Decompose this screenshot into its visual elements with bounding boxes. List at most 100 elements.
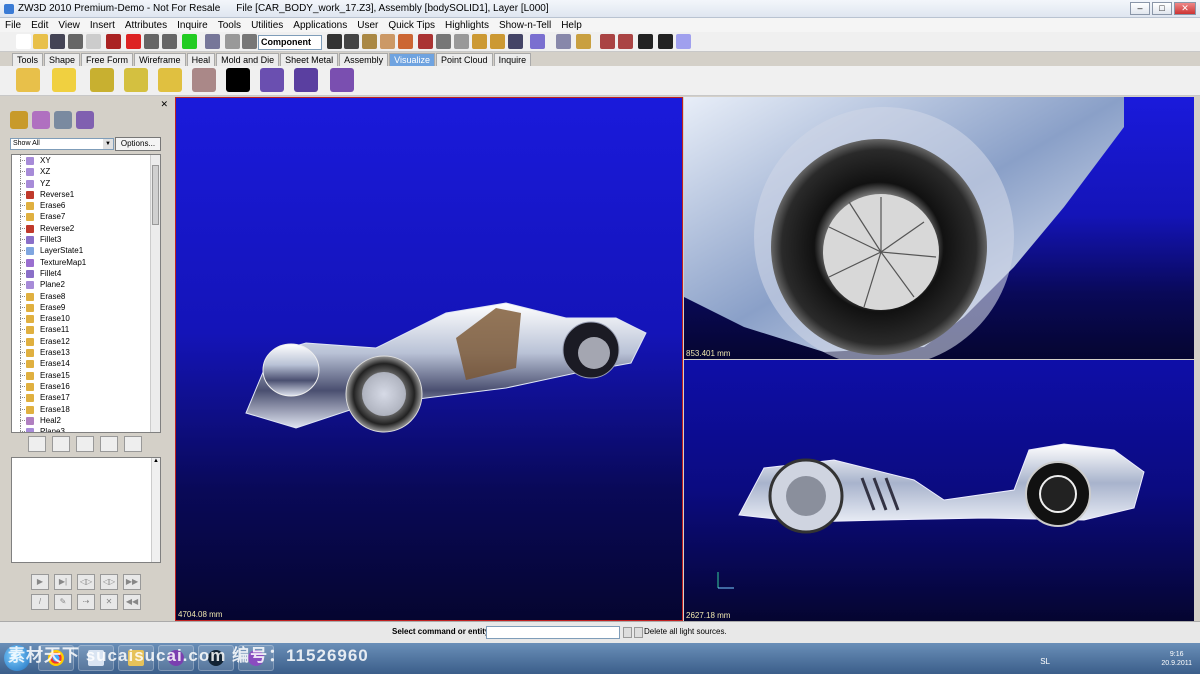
light-icon[interactable]: [16, 68, 40, 92]
tree-item[interactable]: Fillet3: [12, 234, 160, 246]
menu-item[interactable]: Insert: [85, 20, 120, 31]
tree-item[interactable]: Erase6: [12, 200, 160, 212]
menu-item[interactable]: Utilities: [246, 20, 288, 31]
component-combo[interactable]: Component: [258, 35, 322, 50]
line-icon[interactable]: [658, 34, 673, 49]
tree-item[interactable]: Erase17: [12, 392, 160, 404]
tab-heal[interactable]: Heal: [186, 53, 216, 66]
edit-icon[interactable]: ✎: [54, 594, 72, 610]
rollback-icon[interactable]: /: [31, 594, 49, 610]
minimize-button[interactable]: –: [1130, 2, 1150, 15]
view-tab-icon[interactable]: [76, 111, 94, 129]
menu-item[interactable]: Show-n-Tell: [494, 20, 556, 31]
menu-item[interactable]: Quick Tips: [383, 20, 440, 31]
redo-icon[interactable]: [162, 34, 177, 49]
pick-icon[interactable]: [225, 34, 240, 49]
redo-all-icon[interactable]: ◁▷: [100, 574, 118, 590]
checker-texture-icon[interactable]: [226, 68, 250, 92]
measure-icon[interactable]: [600, 34, 615, 49]
tree-item[interactable]: Erase13: [12, 347, 160, 359]
exit-icon[interactable]: [106, 34, 121, 49]
menu-item[interactable]: Help: [556, 20, 587, 31]
cancel-icon[interactable]: [126, 34, 141, 49]
stop-icon[interactable]: [124, 436, 142, 452]
list-view-icon[interactable]: [28, 436, 46, 452]
history-tab-icon[interactable]: [10, 111, 28, 129]
tab-shape[interactable]: Shape: [44, 53, 81, 66]
delete-all-lights-icon[interactable]: [124, 68, 148, 92]
select-icon[interactable]: [182, 34, 197, 49]
tree-item[interactable]: Reverse2: [12, 222, 160, 234]
wire-cube-icon[interactable]: [556, 34, 571, 49]
bulb-icon[interactable]: [158, 68, 182, 92]
options-button[interactable]: Options...: [115, 137, 161, 151]
pan-icon[interactable]: [418, 34, 433, 49]
tab-sheet-metal[interactable]: Sheet Metal: [280, 53, 339, 66]
iso-cube-icon[interactable]: [576, 34, 591, 49]
main-viewport[interactable]: 4704.08 mm: [175, 97, 683, 621]
step-forward-icon[interactable]: ▶|: [54, 574, 72, 590]
save-icon[interactable]: [50, 34, 65, 49]
marker-icon[interactable]: [638, 34, 653, 49]
tree-scrollbar[interactable]: [150, 155, 160, 432]
tree-item[interactable]: Erase8: [12, 290, 160, 302]
tree-item[interactable]: Erase16: [12, 380, 160, 392]
bottom-right-viewport[interactable]: 2627.18 mm: [684, 360, 1194, 621]
run-icon[interactable]: ⇢: [77, 594, 95, 610]
scroll-thumb[interactable]: [152, 165, 159, 225]
tree-item[interactable]: Erase15: [12, 369, 160, 381]
spotlight-icon[interactable]: [52, 68, 76, 92]
menu-item[interactable]: Highlights: [440, 20, 494, 31]
ruler-icon[interactable]: [618, 34, 633, 49]
command-up-icon[interactable]: [623, 627, 632, 638]
tab-free-form[interactable]: Free Form: [81, 53, 134, 66]
menu-item[interactable]: Applications: [288, 20, 352, 31]
tree-item[interactable]: Plane2: [12, 279, 160, 291]
render-settings-icon[interactable]: [294, 68, 318, 92]
screen-icon[interactable]: [344, 34, 359, 49]
tab-wireframe[interactable]: Wireframe: [134, 53, 186, 66]
filter-dropdown[interactable]: Show All ▼: [10, 138, 114, 150]
top-right-viewport[interactable]: 853.401 mm: [684, 97, 1194, 359]
tree-item[interactable]: Erase11: [12, 324, 160, 336]
tree-item[interactable]: Reverse1: [12, 188, 160, 200]
maximize-button[interactable]: □: [1152, 2, 1172, 15]
menu-item[interactable]: Edit: [26, 20, 53, 31]
tree-item[interactable]: Erase9: [12, 301, 160, 313]
chevron-down-icon[interactable]: ▼: [103, 139, 113, 149]
tab-tools[interactable]: Tools: [12, 53, 44, 66]
tree-item[interactable]: XY: [12, 155, 160, 166]
tree-item[interactable]: Heal2: [12, 414, 160, 426]
tree-item[interactable]: Erase7: [12, 211, 160, 223]
tree-item[interactable]: Erase14: [12, 358, 160, 370]
undo-icon[interactable]: [144, 34, 159, 49]
tree-view-icon[interactable]: [52, 436, 70, 452]
eraser-icon[interactable]: [86, 34, 101, 49]
dependency-view-icon[interactable]: [100, 436, 118, 452]
fast-forward-icon[interactable]: ▶▶: [123, 574, 141, 590]
tab-assembly[interactable]: Assembly: [339, 53, 389, 66]
tree-item[interactable]: Plane3: [12, 426, 160, 432]
panel-close-icon[interactable]: ✕: [160, 99, 168, 110]
close-button[interactable]: ✕: [1174, 2, 1196, 15]
back-icon[interactable]: [436, 34, 451, 49]
menu-item[interactable]: User: [352, 20, 383, 31]
tree-item[interactable]: TextureMap1: [12, 256, 160, 268]
shade-icon[interactable]: [398, 34, 413, 49]
render-output-icon[interactable]: [330, 68, 354, 92]
tree-item[interactable]: Erase18: [12, 403, 160, 415]
history-tree[interactable]: XY XZ YZ Reverse1 Erase6 Erase7 Reverse2 Fillet…: [11, 154, 161, 433]
print-icon[interactable]: [68, 34, 83, 49]
clock[interactable]: 9:16 20.9.2011: [1161, 650, 1192, 668]
new-file-icon[interactable]: [16, 34, 31, 49]
filter-icon[interactable]: [205, 34, 220, 49]
render-icon[interactable]: [260, 68, 284, 92]
layer-tab-icon[interactable]: [54, 111, 72, 129]
command-history-icon[interactable]: [634, 627, 643, 638]
menu-item[interactable]: File: [0, 20, 26, 31]
tree-item[interactable]: XZ: [12, 166, 160, 178]
tree-item[interactable]: Erase10: [12, 313, 160, 325]
display-icon[interactable]: [327, 34, 342, 49]
language-indicator[interactable]: SL: [1040, 657, 1050, 666]
redo-step-icon[interactable]: ◁▷: [77, 574, 95, 590]
